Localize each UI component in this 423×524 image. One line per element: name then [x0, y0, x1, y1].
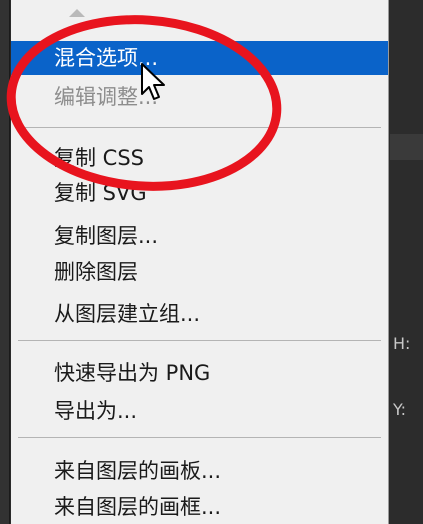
menu-item-duplicate-layer[interactable]: 复制图层...: [11, 219, 388, 253]
menu-item-quick-export-png[interactable]: 快速导出为 PNG: [11, 356, 388, 390]
menu-item-edit-adjustment[interactable]: 编辑调整...: [11, 80, 388, 114]
screenshot-stage: H: Y: 混合选项... 编辑调整... 复制 CSS 复制 SVG 复制图层…: [0, 0, 423, 524]
right-properties-panel: [390, 0, 423, 524]
left-panel-strip: [0, 0, 9, 524]
menu-item-group-from-layers[interactable]: 从图层建立组...: [11, 297, 388, 331]
scroll-up-arrow-icon[interactable]: [69, 9, 85, 17]
menu-item-artboard-from-layers[interactable]: 来自图层的画板...: [11, 454, 388, 488]
right-panel-header-band: [390, 134, 423, 160]
y-position-label: Y:: [393, 400, 407, 419]
menu-item-delete-layer[interactable]: 删除图层: [11, 255, 388, 289]
menu-separator: [18, 127, 381, 128]
menu-item-export-as[interactable]: 导出为...: [11, 394, 388, 428]
menu-separator: [18, 340, 381, 341]
layer-context-menu: 混合选项... 编辑调整... 复制 CSS 复制 SVG 复制图层... 删除…: [11, 0, 389, 524]
height-label: H:: [393, 334, 411, 353]
menu-item-frame-from-layers[interactable]: 来自图层的画框...: [11, 490, 388, 524]
menu-item-blending-options[interactable]: 混合选项...: [11, 41, 388, 75]
menu-separator: [18, 437, 381, 438]
left-panel-edge: [9, 0, 10, 524]
menu-item-copy-css[interactable]: 复制 CSS: [11, 141, 388, 175]
menu-item-copy-svg[interactable]: 复制 SVG: [11, 176, 388, 210]
